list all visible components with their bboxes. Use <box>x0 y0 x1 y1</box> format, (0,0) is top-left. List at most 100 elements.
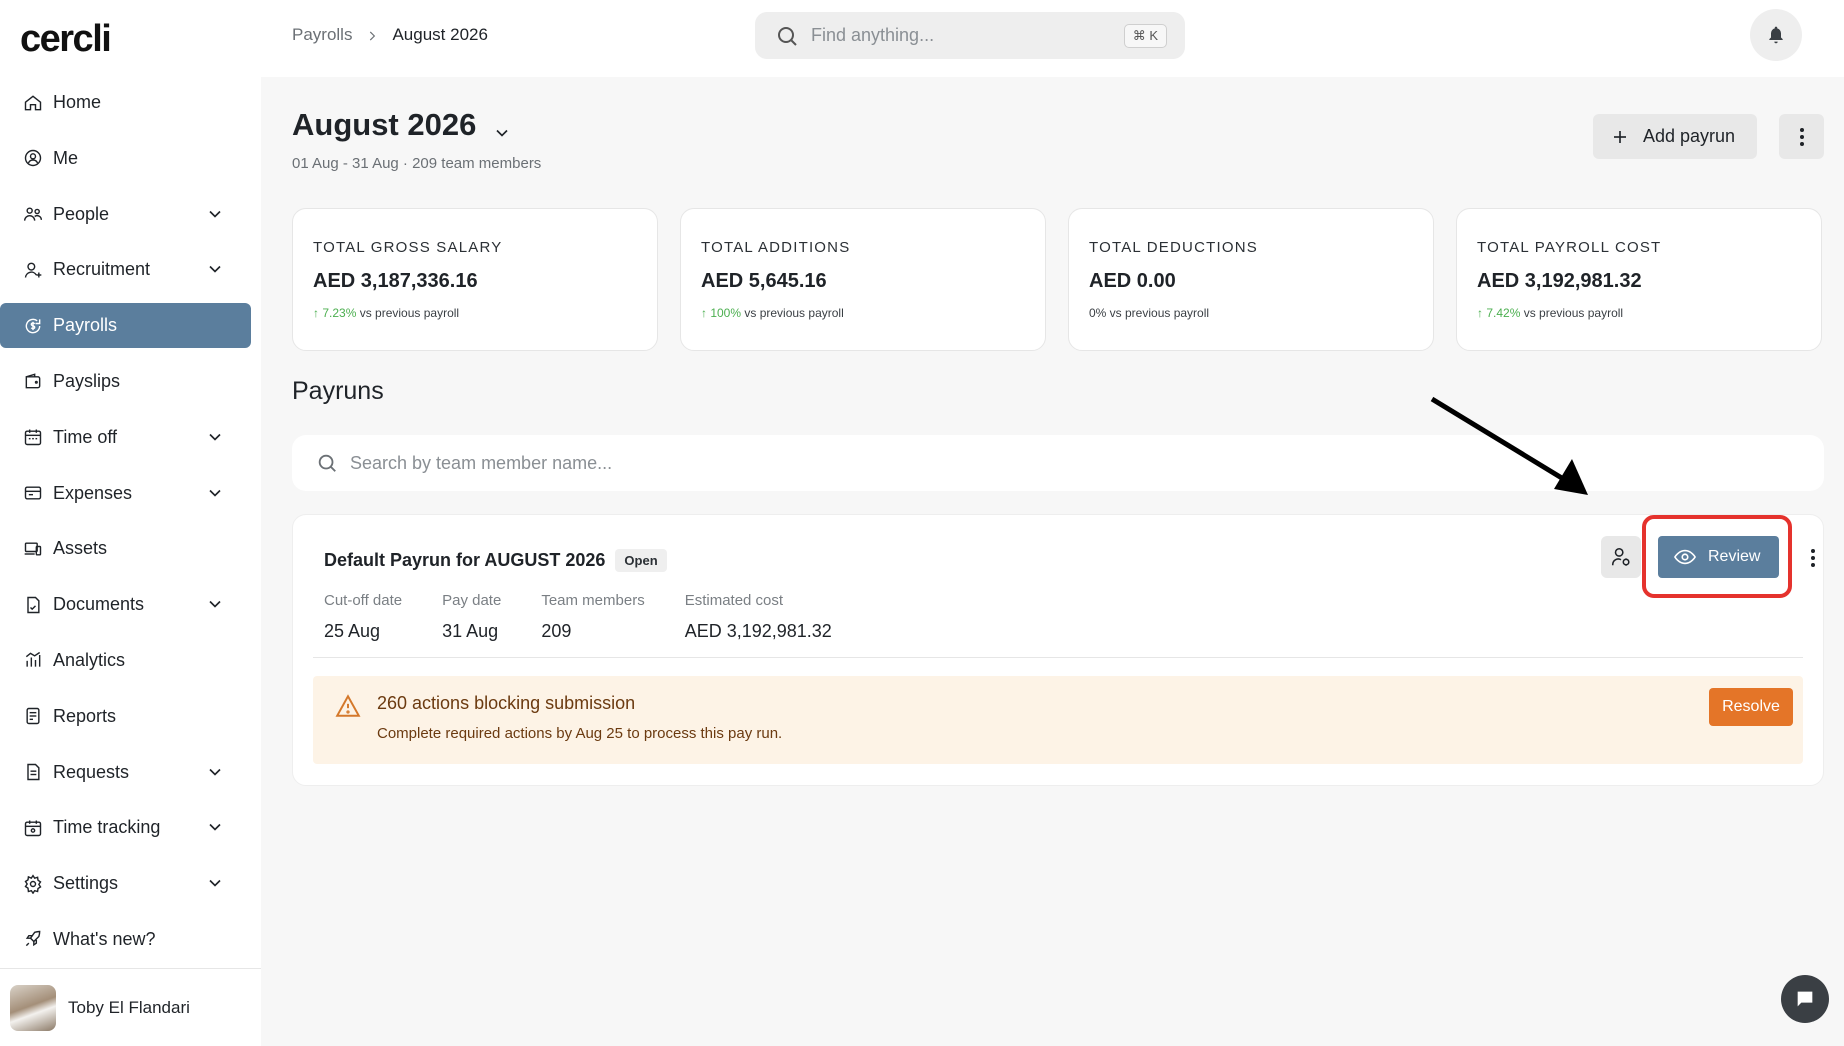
breadcrumb: Payrolls August 2026 <box>292 25 488 45</box>
user-profile[interactable]: Toby El Flandari <box>0 968 261 1046</box>
topbar: Payrolls August 2026 ⌘ K <box>261 0 1844 77</box>
requests-icon <box>22 761 44 783</box>
trend-value: 0% <box>1089 306 1107 320</box>
sidebar-item-reports[interactable]: Reports <box>0 694 251 739</box>
page-title[interactable]: August 2026 <box>292 107 512 143</box>
sidebar-item-label: Documents <box>53 594 145 615</box>
sidebar-item-home[interactable]: Home <box>0 80 251 125</box>
user-circle-icon <box>22 147 44 169</box>
sidebar-item-settings[interactable]: Settings <box>0 861 251 906</box>
calendar-icon <box>22 426 44 448</box>
alert-text: Complete required actions by Aug 25 to p… <box>377 725 783 742</box>
chevron-down-icon[interactable] <box>205 483 225 503</box>
trend-value: ↑ 100% <box>701 306 742 320</box>
sidebar-item-label: Home <box>53 92 102 112</box>
user-settings-icon <box>1611 547 1630 566</box>
bell-icon <box>1769 26 1783 44</box>
receipt-icon <box>22 482 44 504</box>
sidebar-item-label: Recruitment <box>53 259 151 280</box>
payruns-title: Payruns <box>292 377 384 405</box>
review-button[interactable]: Review <box>1658 536 1779 578</box>
meta-label: Cut-off date <box>324 592 403 609</box>
user-name: Toby El Flandari <box>68 997 190 1017</box>
sidebar-item-label: Payrolls <box>53 315 118 336</box>
trend-value: ↑ 7.42% <box>1477 306 1521 320</box>
sidebar-item-analytics[interactable]: Analytics <box>0 638 251 683</box>
sidebar-item-people[interactable]: People <box>0 192 251 237</box>
document-icon <box>22 594 44 616</box>
card-label: TOTAL ADDITIONS <box>701 239 851 256</box>
add-payrun-button[interactable]: Add payrun <box>1593 114 1757 159</box>
chevron-down-icon[interactable] <box>492 115 512 137</box>
card-value: AED 3,192,981.32 <box>1477 270 1642 292</box>
payrun-more-button[interactable] <box>1803 543 1823 573</box>
more-vertical-icon <box>1799 127 1804 146</box>
card-trend: ↑ 7.42% vs previous payroll <box>1477 306 1801 320</box>
status-badge: Open <box>615 549 667 572</box>
meta-value: AED 3,192,981.32 <box>684 621 832 641</box>
chat-support-button[interactable] <box>1781 975 1829 1023</box>
blocking-alert: 260 actions blocking submission Complete… <box>313 676 1803 764</box>
app-logo[interactable]: cercli <box>20 18 112 61</box>
payrun-title: Default Payrun for AUGUST 2026 Open <box>324 549 667 572</box>
meta-label: Pay date <box>442 592 502 609</box>
sidebar-item-what-s-new[interactable]: What's new? <box>0 917 251 962</box>
chevron-down-icon[interactable] <box>205 204 225 224</box>
sidebar-item-recruitment[interactable]: Recruitment <box>0 247 251 292</box>
sidebar-item-assets[interactable]: Assets <box>0 526 251 571</box>
payroll-icon <box>22 315 44 337</box>
payrun-name[interactable]: Default Payrun for AUGUST 2026 <box>324 550 605 571</box>
rocket-icon <box>22 928 44 950</box>
card-value: AED 5,645.16 <box>701 270 827 292</box>
notifications-button[interactable] <box>1750 9 1802 61</box>
chevron-down-icon[interactable] <box>205 873 225 893</box>
breadcrumb-current: August 2026 <box>392 25 488 44</box>
global-search[interactable]: ⌘ K <box>755 12 1185 59</box>
payruns-search-input[interactable] <box>350 452 950 474</box>
sidebar-item-label: Time tracking <box>53 817 161 838</box>
chevron-down-icon[interactable] <box>205 259 225 279</box>
avatar <box>10 984 56 1031</box>
card-label: TOTAL PAYROLL COST <box>1477 239 1662 256</box>
alert-title: 260 actions blocking submission <box>377 693 636 713</box>
sidebar-item-payslips[interactable]: Payslips <box>0 359 251 404</box>
chevron-right-icon <box>365 28 379 42</box>
sidebar-item-time-off[interactable]: Time off <box>0 415 251 460</box>
chat-icon <box>1797 991 1813 1007</box>
meta-item: Estimated cost AED 3,192,981.32 <box>685 592 832 642</box>
more-vertical-icon <box>1811 549 1815 567</box>
card-trend: 0% vs previous payroll <box>1089 306 1413 320</box>
summary-card: TOTAL DEDUCTIONS AED 0.00 0% vs previous p… <box>1068 208 1434 351</box>
main-content: August 2026 01 Aug - 31 Aug · 209 team m… <box>261 77 1844 1046</box>
sidebar-item-expenses[interactable]: Expenses <box>0 471 251 516</box>
clock-calendar-icon <box>22 817 44 839</box>
sidebar-item-me[interactable]: Me <box>0 136 251 181</box>
page-subtitle: 01 Aug - 31 Aug · 209 team members <box>292 155 542 172</box>
chevron-down-icon[interactable] <box>205 594 225 614</box>
sidebar-item-label: Time off <box>53 426 118 447</box>
sidebar-item-label: Requests <box>53 761 130 782</box>
search-icon <box>318 454 336 472</box>
sidebar-item-requests[interactable]: Requests <box>0 750 251 795</box>
card-value: AED 0.00 <box>1089 270 1176 292</box>
sidebar-item-time-tracking[interactable]: Time tracking <box>0 805 251 850</box>
chevron-down-icon[interactable] <box>205 762 225 782</box>
meta-item: Pay date 31 Aug <box>442 592 501 642</box>
assign-members-button[interactable] <box>1601 536 1641 578</box>
search-icon <box>778 26 797 46</box>
analytics-icon <box>22 649 44 671</box>
chevron-down-icon[interactable] <box>205 817 225 837</box>
trend-text: vs previous payroll <box>1106 306 1210 320</box>
more-options-button[interactable] <box>1779 114 1824 159</box>
sidebar-item-documents[interactable]: Documents <box>0 582 251 627</box>
trend-value: ↑ 7.23% <box>313 306 357 320</box>
chevron-down-icon[interactable] <box>205 427 225 447</box>
resolve-button[interactable]: Resolve <box>1709 688 1793 726</box>
sidebar-item-payrolls[interactable]: Payrolls <box>0 303 251 349</box>
payrun-meta: Cut-off date 25 Aug Pay date 31 Aug Team mem… <box>324 592 872 642</box>
breadcrumb-payrolls[interactable]: Payrolls <box>292 25 352 45</box>
sidebar-item-label: What's new? <box>53 928 156 949</box>
meta-item: Cut-off date 25 Aug <box>324 592 402 642</box>
page-title-text: August 2026 <box>292 107 477 142</box>
global-search-input[interactable] <box>811 25 1101 46</box>
